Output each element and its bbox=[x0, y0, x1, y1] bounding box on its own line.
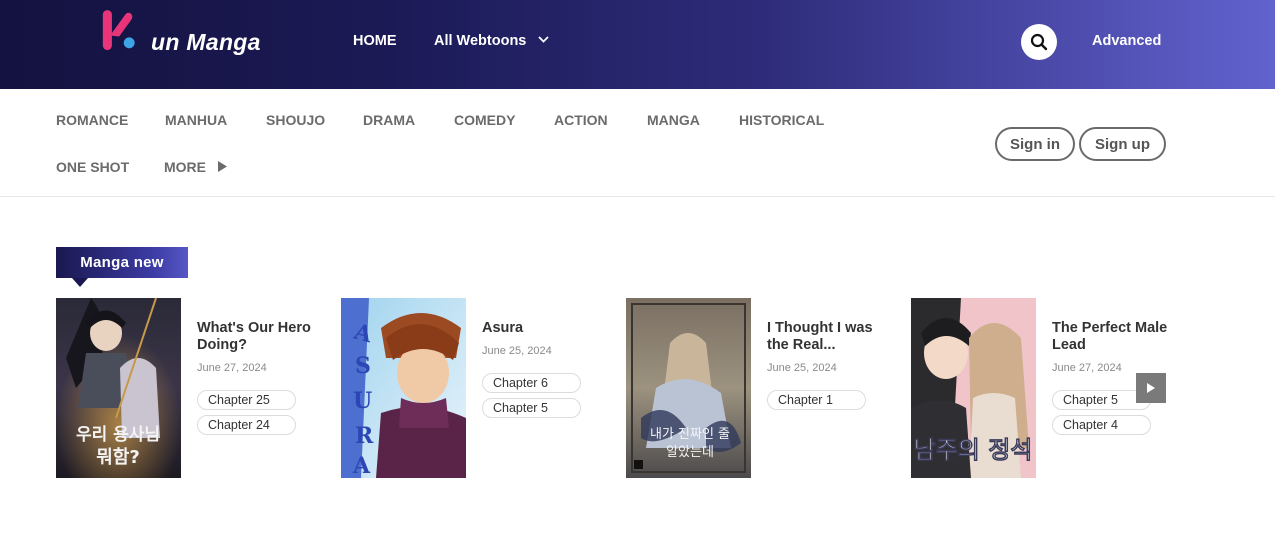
genre-manga[interactable]: MANGA bbox=[647, 112, 700, 128]
manga-card: 내가 진짜인 줄 알았는데 I Thought I was the Real..… bbox=[626, 298, 896, 478]
chevron-right-icon bbox=[1147, 383, 1155, 393]
genre-drama[interactable]: DRAMA bbox=[363, 112, 415, 128]
manga-date: June 27, 2024 bbox=[197, 362, 267, 374]
top-header: un Manga HOME All Webtoons Advanced bbox=[0, 0, 1275, 89]
svg-text:S: S bbox=[355, 353, 371, 379]
manga-date: June 25, 2024 bbox=[482, 345, 552, 357]
sign-in-button[interactable]: Sign in bbox=[995, 127, 1075, 161]
manga-cover-image[interactable]: 우리 용사님 뭐함? bbox=[56, 298, 181, 478]
advanced-link[interactable]: Advanced bbox=[1092, 33, 1161, 49]
genre-one-shot[interactable]: ONE SHOT bbox=[56, 159, 129, 175]
manga-card: 우리 용사님 뭐함? What's Our Hero Doing? June 2… bbox=[56, 298, 326, 478]
chapter-button[interactable]: Chapter 5 bbox=[482, 398, 581, 418]
genre-more-label: MORE bbox=[164, 159, 206, 175]
carousel-next-button[interactable] bbox=[1136, 373, 1166, 403]
section-title-notch bbox=[72, 278, 88, 287]
svg-text:A: A bbox=[352, 453, 371, 478]
genre-comedy[interactable]: COMEDY bbox=[454, 112, 515, 128]
manga-info: I Thought I was the Real... June 25, 202… bbox=[767, 320, 897, 415]
genre-romance[interactable]: ROMANCE bbox=[56, 112, 128, 128]
chapter-button[interactable]: Chapter 4 bbox=[1052, 415, 1151, 435]
chapter-button[interactable]: Chapter 25 bbox=[197, 390, 296, 410]
triangle-right-icon bbox=[217, 161, 227, 172]
chapter-list: Chapter 1 bbox=[767, 390, 897, 410]
nav-all-webtoons-label: All Webtoons bbox=[434, 33, 527, 49]
genre-more[interactable]: MORE bbox=[164, 159, 227, 175]
manga-cover-image[interactable]: 내가 진짜인 줄 알았는데 bbox=[626, 298, 751, 478]
manga-cover-image[interactable]: 남주의 정석 bbox=[911, 298, 1036, 478]
manga-card: A S U R A Asura June 25, 2024 Chapter 6 … bbox=[341, 298, 611, 478]
svg-text:뭐함?: 뭐함? bbox=[96, 446, 140, 468]
svg-text:내가 진짜인 줄: 내가 진짜인 줄 bbox=[650, 427, 730, 442]
manga-title[interactable]: The Perfect Male Lead bbox=[1052, 320, 1182, 354]
genre-action[interactable]: ACTION bbox=[554, 112, 608, 128]
genre-manhua[interactable]: MANHUA bbox=[165, 112, 227, 128]
manga-cover-image[interactable]: A S U R A bbox=[341, 298, 466, 478]
chapter-button[interactable]: Chapter 6 bbox=[482, 373, 581, 393]
genre-bar: ROMANCE MANHUA SHOUJO DRAMA COMEDY ACTIO… bbox=[0, 89, 1275, 197]
genre-historical[interactable]: HISTORICAL bbox=[739, 112, 824, 128]
logo-text: un Manga bbox=[151, 29, 261, 55]
section-title: Manga new bbox=[56, 247, 188, 278]
manga-title[interactable]: What's Our Hero Doing? bbox=[197, 320, 327, 354]
manga-title[interactable]: Asura bbox=[482, 320, 612, 337]
sign-up-button[interactable]: Sign up bbox=[1079, 127, 1166, 161]
nav-home[interactable]: HOME bbox=[353, 33, 397, 49]
svg-text:R: R bbox=[355, 423, 374, 449]
chapter-list: Chapter 6 Chapter 5 bbox=[482, 373, 612, 418]
logo-k-icon bbox=[102, 10, 135, 51]
svg-text:알았는데: 알았는데 bbox=[666, 445, 714, 460]
manga-info: Asura June 25, 2024 Chapter 6 Chapter 5 bbox=[482, 320, 612, 423]
chapter-button[interactable]: Chapter 24 bbox=[197, 415, 296, 435]
manga-title[interactable]: I Thought I was the Real... bbox=[767, 320, 897, 354]
chapter-button[interactable]: Chapter 1 bbox=[767, 390, 866, 410]
manga-info: What's Our Hero Doing? June 27, 2024 Cha… bbox=[197, 320, 327, 440]
nav-all-webtoons[interactable]: All Webtoons bbox=[434, 33, 550, 49]
manga-date: June 25, 2024 bbox=[767, 362, 837, 374]
search-icon bbox=[1030, 33, 1048, 51]
site-logo[interactable]: un Manga bbox=[101, 7, 261, 63]
svg-text:우리 용사님: 우리 용사님 bbox=[76, 425, 160, 445]
svg-text:U: U bbox=[353, 388, 372, 414]
chapter-list: Chapter 25 Chapter 24 bbox=[197, 390, 327, 435]
svg-text:남주의 정석: 남주의 정석 bbox=[914, 436, 1033, 464]
genre-shoujo[interactable]: SHOUJO bbox=[266, 112, 325, 128]
chevron-down-icon bbox=[538, 36, 550, 43]
search-button[interactable] bbox=[1021, 24, 1057, 60]
